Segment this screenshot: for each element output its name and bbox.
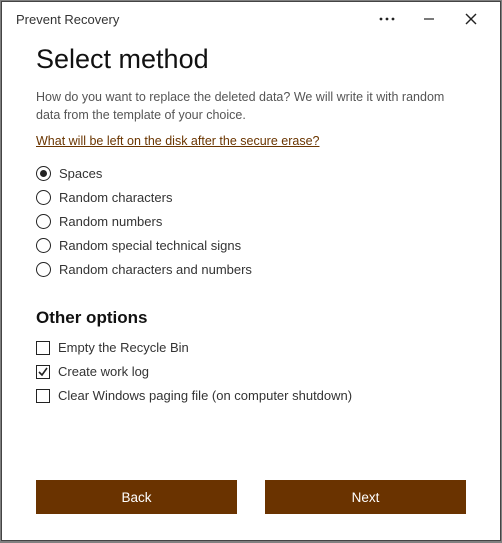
method-label: Spaces: [59, 166, 102, 181]
checkbox-icon: [36, 389, 50, 403]
app-window: Prevent Recovery Select method How do yo…: [1, 1, 501, 541]
radio-icon: [36, 190, 51, 205]
method-option-random-chars-numbers[interactable]: Random characters and numbers: [36, 262, 466, 277]
option-label: Clear Windows paging file (on computer s…: [58, 388, 352, 403]
intro-text: How do you want to replace the deleted d…: [36, 89, 466, 124]
content-area: Select method How do you want to replace…: [2, 36, 500, 468]
option-label: Create work log: [58, 364, 149, 379]
option-label: Empty the Recycle Bin: [58, 340, 189, 355]
checkbox-icon: [36, 365, 50, 379]
method-option-random-characters[interactable]: Random characters: [36, 190, 466, 205]
method-radio-group: Spaces Random characters Random numbers …: [36, 166, 466, 286]
method-label: Random characters: [59, 190, 172, 205]
radio-icon: [36, 238, 51, 253]
next-button[interactable]: Next: [265, 480, 466, 514]
more-icon: [379, 17, 395, 21]
method-option-random-special[interactable]: Random special technical signs: [36, 238, 466, 253]
method-option-spaces[interactable]: Spaces: [36, 166, 466, 181]
window-title: Prevent Recovery: [16, 12, 119, 27]
other-options-group: Empty the Recycle Bin Create work log Cl…: [36, 340, 466, 412]
option-empty-recycle-bin[interactable]: Empty the Recycle Bin: [36, 340, 466, 355]
back-button[interactable]: Back: [36, 480, 237, 514]
checkbox-icon: [36, 341, 50, 355]
radio-icon: [36, 166, 51, 181]
footer: Back Next: [2, 468, 500, 540]
page-title: Select method: [36, 44, 466, 75]
more-button[interactable]: [366, 4, 408, 34]
method-label: Random characters and numbers: [59, 262, 252, 277]
method-label: Random numbers: [59, 214, 162, 229]
check-icon: [37, 366, 49, 378]
option-clear-paging-file[interactable]: Clear Windows paging file (on computer s…: [36, 388, 466, 403]
option-create-work-log[interactable]: Create work log: [36, 364, 466, 379]
minimize-button[interactable]: [408, 4, 450, 34]
close-button[interactable]: [450, 4, 492, 34]
other-options-heading: Other options: [36, 308, 466, 328]
minimize-icon: [423, 13, 435, 25]
method-option-random-numbers[interactable]: Random numbers: [36, 214, 466, 229]
radio-icon: [36, 214, 51, 229]
titlebar: Prevent Recovery: [2, 2, 500, 36]
method-label: Random special technical signs: [59, 238, 241, 253]
close-icon: [465, 13, 477, 25]
info-link[interactable]: What will be left on the disk after the …: [36, 134, 466, 148]
radio-icon: [36, 262, 51, 277]
